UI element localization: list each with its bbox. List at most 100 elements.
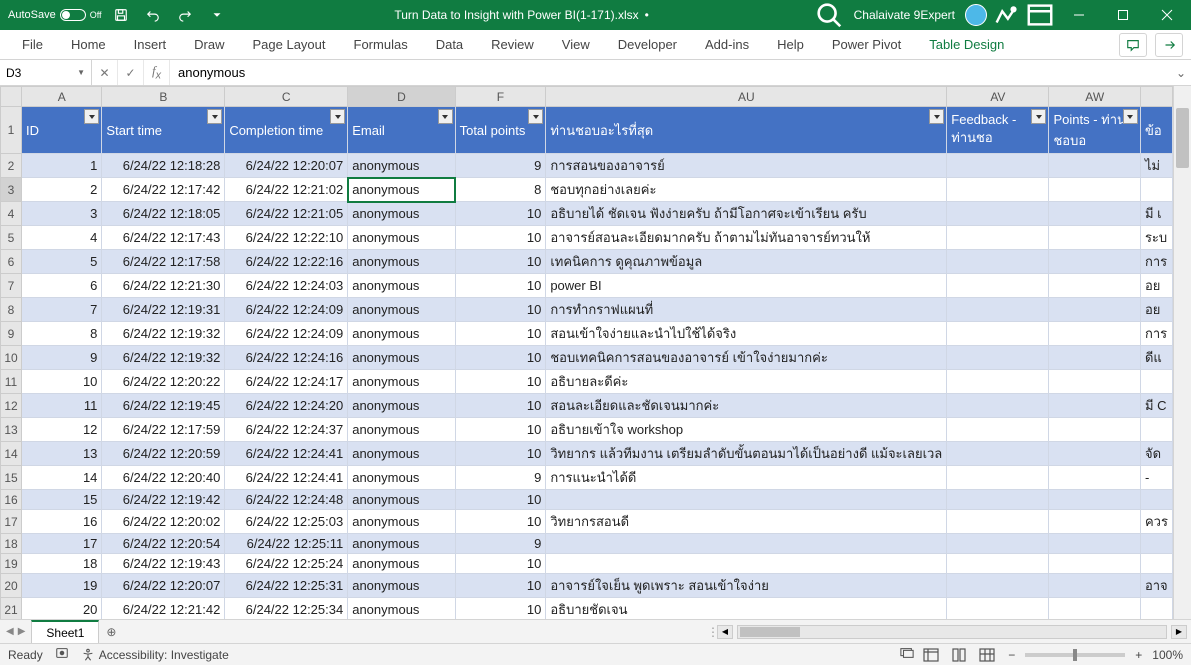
cell[interactable] <box>947 274 1049 298</box>
tab-add-ins[interactable]: Add-ins <box>691 30 763 59</box>
cell[interactable] <box>1049 490 1140 510</box>
cell[interactable] <box>1049 418 1140 442</box>
cell[interactable] <box>1049 394 1140 418</box>
cell[interactable]: อย <box>1140 298 1172 322</box>
cell[interactable]: 19 <box>22 574 102 598</box>
cell[interactable]: วิทยากร แล้วทีมงาน เตรียมลำดับขั้นตอนมาไ… <box>546 442 947 466</box>
cell[interactable] <box>1140 534 1172 554</box>
row-header[interactable]: 18 <box>1 534 22 554</box>
name-box[interactable]: D3 ▼ <box>0 60 92 85</box>
col-header[interactable]: F <box>455 87 546 107</box>
cell[interactable]: 10 <box>455 554 546 574</box>
cell[interactable]: 10 <box>455 226 546 250</box>
cell[interactable]: 6/24/22 12:22:16 <box>225 250 348 274</box>
cell[interactable]: 10 <box>455 346 546 370</box>
cell[interactable] <box>1049 178 1140 202</box>
cell[interactable]: 6/24/22 12:17:42 <box>102 178 225 202</box>
cell[interactable] <box>546 534 947 554</box>
cell[interactable]: 18 <box>22 554 102 574</box>
spreadsheet-grid[interactable]: A B C D F AU AV AW 1 ID Start time Compl… <box>0 86 1173 619</box>
zoom-in-icon[interactable]: + <box>1131 648 1146 662</box>
cell[interactable] <box>947 202 1049 226</box>
accessibility-status[interactable]: Accessibility: Investigate <box>81 648 229 662</box>
cell[interactable] <box>1049 274 1140 298</box>
filter-icon[interactable] <box>528 109 543 124</box>
cell[interactable]: 16 <box>22 510 102 534</box>
cell[interactable]: 6/24/22 12:22:10 <box>225 226 348 250</box>
cell[interactable] <box>947 554 1049 574</box>
cell[interactable]: anonymous <box>348 598 455 620</box>
cell[interactable] <box>947 510 1049 534</box>
cell[interactable]: 6/24/22 12:17:59 <box>102 418 225 442</box>
cell[interactable]: 6/24/22 12:24:17 <box>225 370 348 394</box>
cell[interactable] <box>947 466 1049 490</box>
cell[interactable]: 10 <box>455 394 546 418</box>
cell[interactable]: 6/24/22 12:21:42 <box>102 598 225 620</box>
cell[interactable]: 6/24/22 12:24:37 <box>225 418 348 442</box>
cell[interactable]: 6/24/22 12:24:03 <box>225 274 348 298</box>
cell[interactable]: การสอนของอาจารย์ <box>546 154 947 178</box>
filter-icon[interactable] <box>1123 109 1138 124</box>
table-header[interactable]: Points - ท่านชอบอ <box>1049 107 1140 154</box>
cell[interactable] <box>1049 554 1140 574</box>
enter-formula-icon[interactable]: ✓ <box>118 60 144 85</box>
cell[interactable]: 9 <box>455 534 546 554</box>
filter-icon[interactable] <box>330 109 345 124</box>
zoom-out-icon[interactable]: − <box>1004 648 1019 662</box>
tab-home[interactable]: Home <box>57 30 120 59</box>
table-header[interactable]: ID <box>22 107 102 154</box>
cell[interactable] <box>947 226 1049 250</box>
filter-icon[interactable] <box>438 109 453 124</box>
cell[interactable] <box>1049 322 1140 346</box>
cell[interactable] <box>947 346 1049 370</box>
cell[interactable]: anonymous <box>348 370 455 394</box>
cell[interactable]: การทำกราฟแผนที่ <box>546 298 947 322</box>
cell[interactable]: 17 <box>22 534 102 554</box>
cell[interactable] <box>947 534 1049 554</box>
cell[interactable]: 6/24/22 12:20:02 <box>102 510 225 534</box>
cell[interactable] <box>1049 298 1140 322</box>
cell[interactable] <box>947 598 1049 620</box>
page-break-view-icon[interactable] <box>976 646 998 664</box>
search-icon[interactable] <box>814 0 844 30</box>
cell[interactable]: 6/24/22 12:20:07 <box>225 154 348 178</box>
cell[interactable]: anonymous <box>348 574 455 598</box>
cell[interactable]: 6/24/22 12:21:02 <box>225 178 348 202</box>
cell[interactable]: 6/24/22 12:20:54 <box>102 534 225 554</box>
row-header[interactable]: 16 <box>1 490 22 510</box>
cell[interactable] <box>947 394 1049 418</box>
page-layout-view-icon[interactable] <box>948 646 970 664</box>
cell[interactable]: เทคนิคการ ดูคุณภาพข้อมูล <box>546 250 947 274</box>
col-header[interactable]: AU <box>546 87 947 107</box>
cell[interactable] <box>1049 574 1140 598</box>
cell[interactable] <box>1049 154 1140 178</box>
cell[interactable]: 9 <box>455 154 546 178</box>
comments-icon[interactable] <box>1119 33 1147 57</box>
cell[interactable]: 10 <box>455 574 546 598</box>
cell[interactable] <box>1049 466 1140 490</box>
cell[interactable]: anonymous <box>348 554 455 574</box>
cell[interactable]: 6/24/22 12:25:11 <box>225 534 348 554</box>
add-sheet-icon[interactable]: ⊕ <box>99 620 123 643</box>
tab-review[interactable]: Review <box>477 30 548 59</box>
cell[interactable]: 6/24/22 12:25:24 <box>225 554 348 574</box>
vertical-scrollbar[interactable] <box>1173 86 1191 619</box>
cell[interactable]: anonymous <box>348 178 455 202</box>
cell[interactable] <box>1049 346 1140 370</box>
cell[interactable]: วิทยากรสอนดี <box>546 510 947 534</box>
cell[interactable]: 6/24/22 12:25:31 <box>225 574 348 598</box>
tab-developer[interactable]: Developer <box>604 30 691 59</box>
cell[interactable] <box>1049 534 1140 554</box>
tab-file[interactable]: File <box>8 30 57 59</box>
cell[interactable]: 6/24/22 12:24:09 <box>225 298 348 322</box>
cell[interactable]: การแนะนำได้ดี <box>546 466 947 490</box>
cell[interactable]: 6/24/22 12:17:43 <box>102 226 225 250</box>
row-header[interactable]: 9 <box>1 322 22 346</box>
cell[interactable]: 6/24/22 12:24:16 <box>225 346 348 370</box>
row-header[interactable]: 14 <box>1 442 22 466</box>
filter-icon[interactable] <box>84 109 99 124</box>
cell[interactable] <box>947 154 1049 178</box>
cell[interactable]: อธิบายชัดเจน <box>546 598 947 620</box>
cell[interactable]: 6/24/22 12:19:32 <box>102 346 225 370</box>
maximize-button[interactable] <box>1103 0 1143 30</box>
